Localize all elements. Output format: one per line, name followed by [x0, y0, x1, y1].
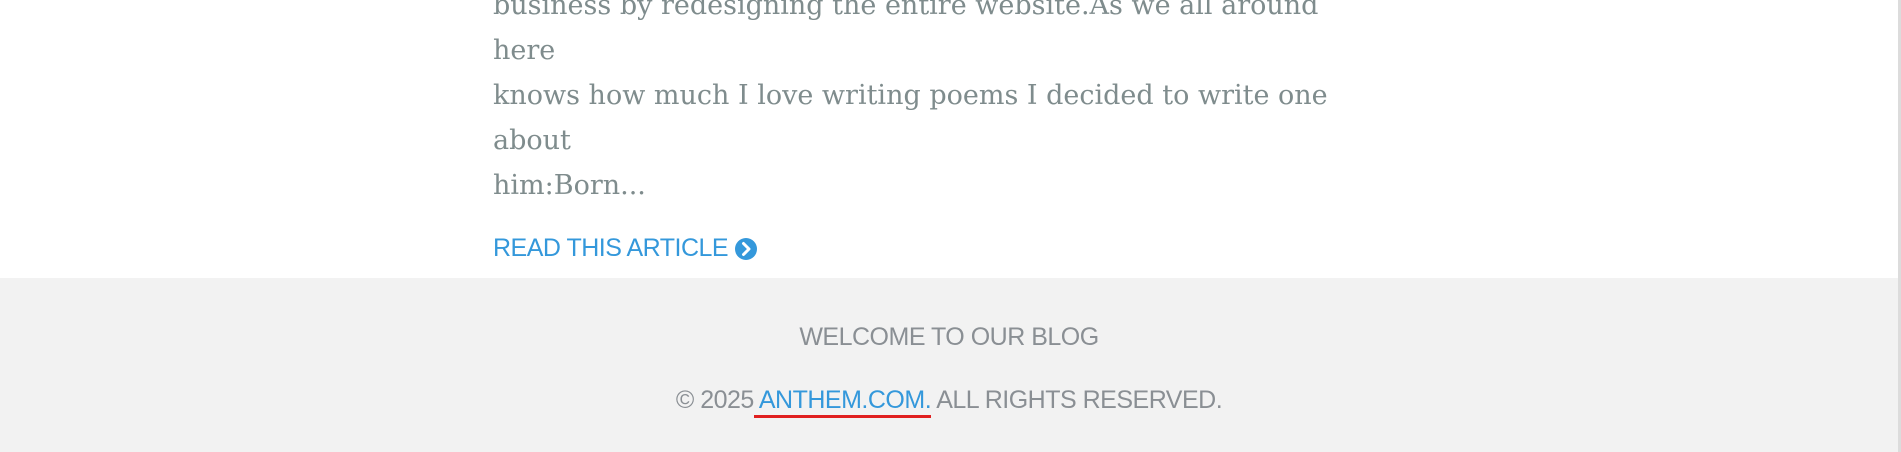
read-article-link[interactable]: READ THIS ARTICLE — [493, 234, 758, 263]
article-excerpt: business by redesigning the entire websi… — [493, 0, 1373, 208]
rights-text: ALL RIGHTS RESERVED. — [931, 386, 1223, 414]
site-home-link[interactable]: ANTHEM.COM. — [753, 386, 932, 418]
footer-title: WELCOME TO OUR BLOG — [799, 323, 1099, 351]
excerpt-line: knows how much I love writing poems I de… — [493, 80, 1328, 156]
article-preview: business by redesigning the entire websi… — [493, 0, 1373, 263]
excerpt-line: business by redesigning the entire websi… — [493, 0, 1319, 66]
copyright-year: © 2025 — [675, 386, 754, 414]
read-article-label: READ THIS ARTICLE — [493, 234, 729, 262]
chevron-circle-right-icon — [734, 237, 758, 261]
footer-copyright: © 2025 ANTHEM.COM. ALL RIGHTS RESERVED. — [0, 386, 1898, 418]
excerpt-line: him:Born... — [493, 170, 646, 201]
site-footer: WELCOME TO OUR BLOG © 2025 ANTHEM.COM. A… — [0, 278, 1898, 452]
